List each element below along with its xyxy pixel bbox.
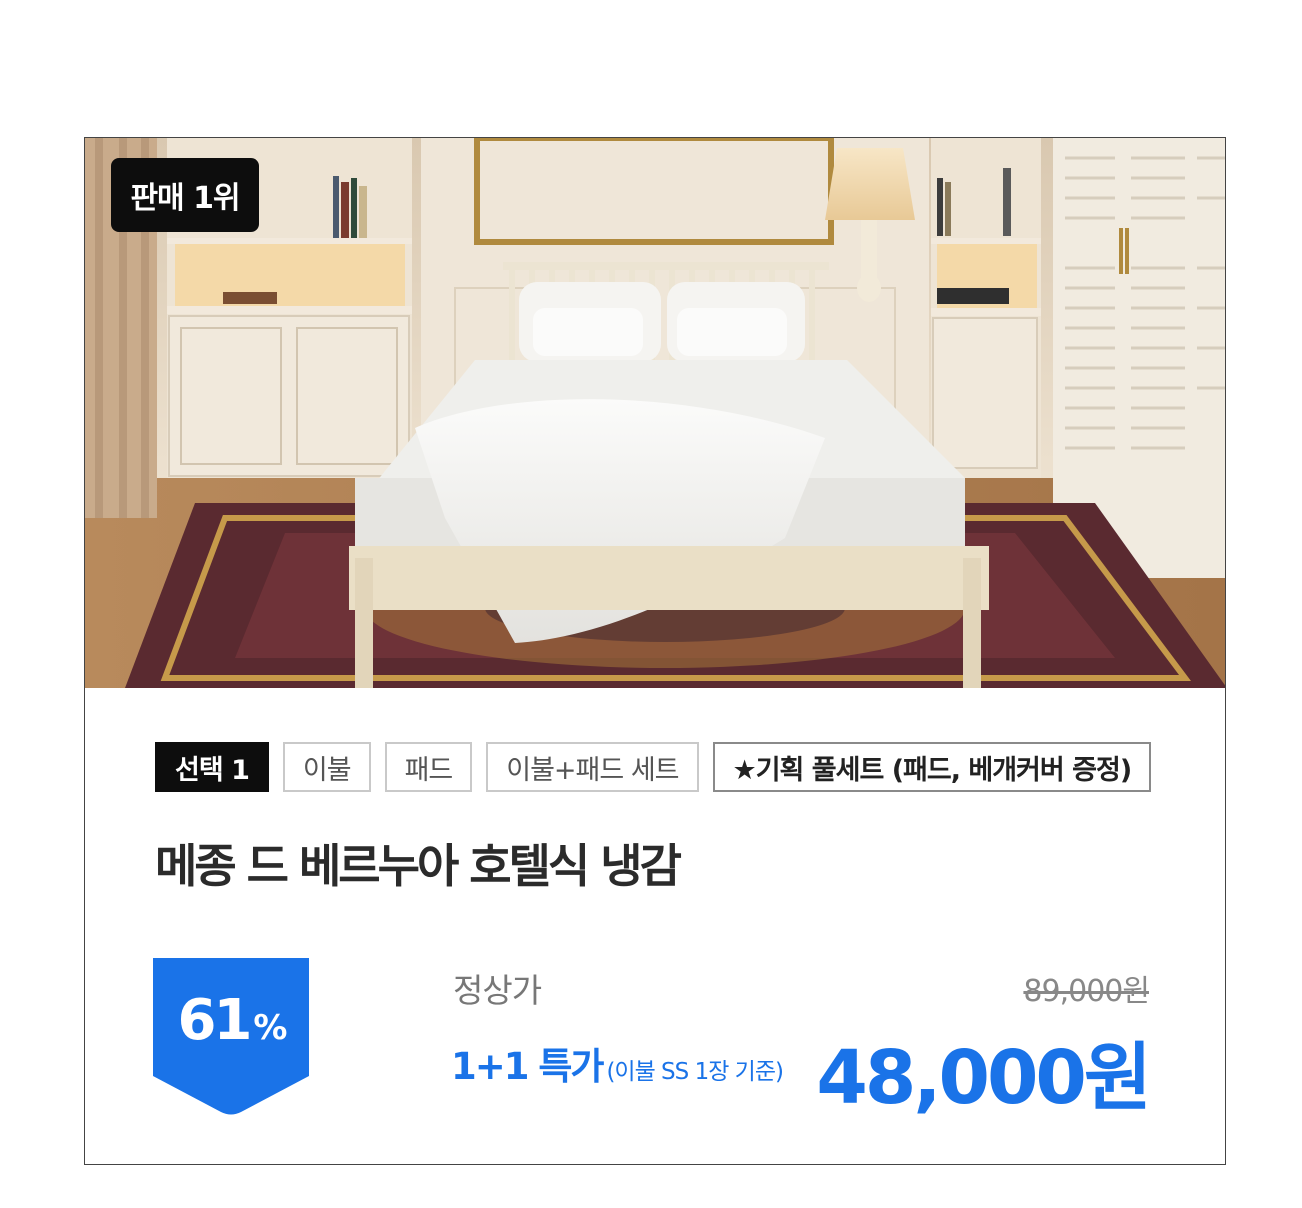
product-image[interactable]: 판매 1위 [85, 138, 1225, 688]
discount-badge: 61% [153, 958, 309, 1116]
option-blanket-pad-set[interactable]: 이불+패드 세트 [486, 742, 699, 792]
option-label: 선택 1 [155, 742, 269, 792]
discount-symbol: % [253, 1008, 287, 1048]
option-selector: 선택 1 이불 패드 이불+패드 세트 ★기획 풀세트 (패드, 베개커버 증정… [155, 742, 1152, 792]
promo-note: (이불 SS 1장 기준) [606, 1059, 784, 1085]
sale-price: 48,000원 [816, 1035, 1152, 1121]
regular-price-label: 정상가 [453, 971, 542, 1010]
product-title[interactable]: 메종 드 베르누아 호텔식 냉감 [155, 830, 682, 896]
promo: 1+1 특가 (이불 SS 1장 기준) [451, 1036, 784, 1090]
product-card[interactable]: 판매 1위 선택 1 이불 패드 이불+패드 세트 ★기획 풀세트 (패드, 베… [84, 137, 1226, 1165]
option-full-set[interactable]: ★기획 풀세트 (패드, 베개커버 증정) [712, 742, 1152, 792]
option-blanket[interactable]: 이불 [282, 742, 371, 792]
option-pad[interactable]: 패드 [384, 742, 473, 792]
best-seller-badge: 판매 1위 [111, 158, 259, 232]
discount-value: 61 [177, 988, 252, 1053]
regular-price: 89,000원 [1023, 974, 1150, 1009]
promo-text: 1+1 특가 [451, 1045, 604, 1088]
